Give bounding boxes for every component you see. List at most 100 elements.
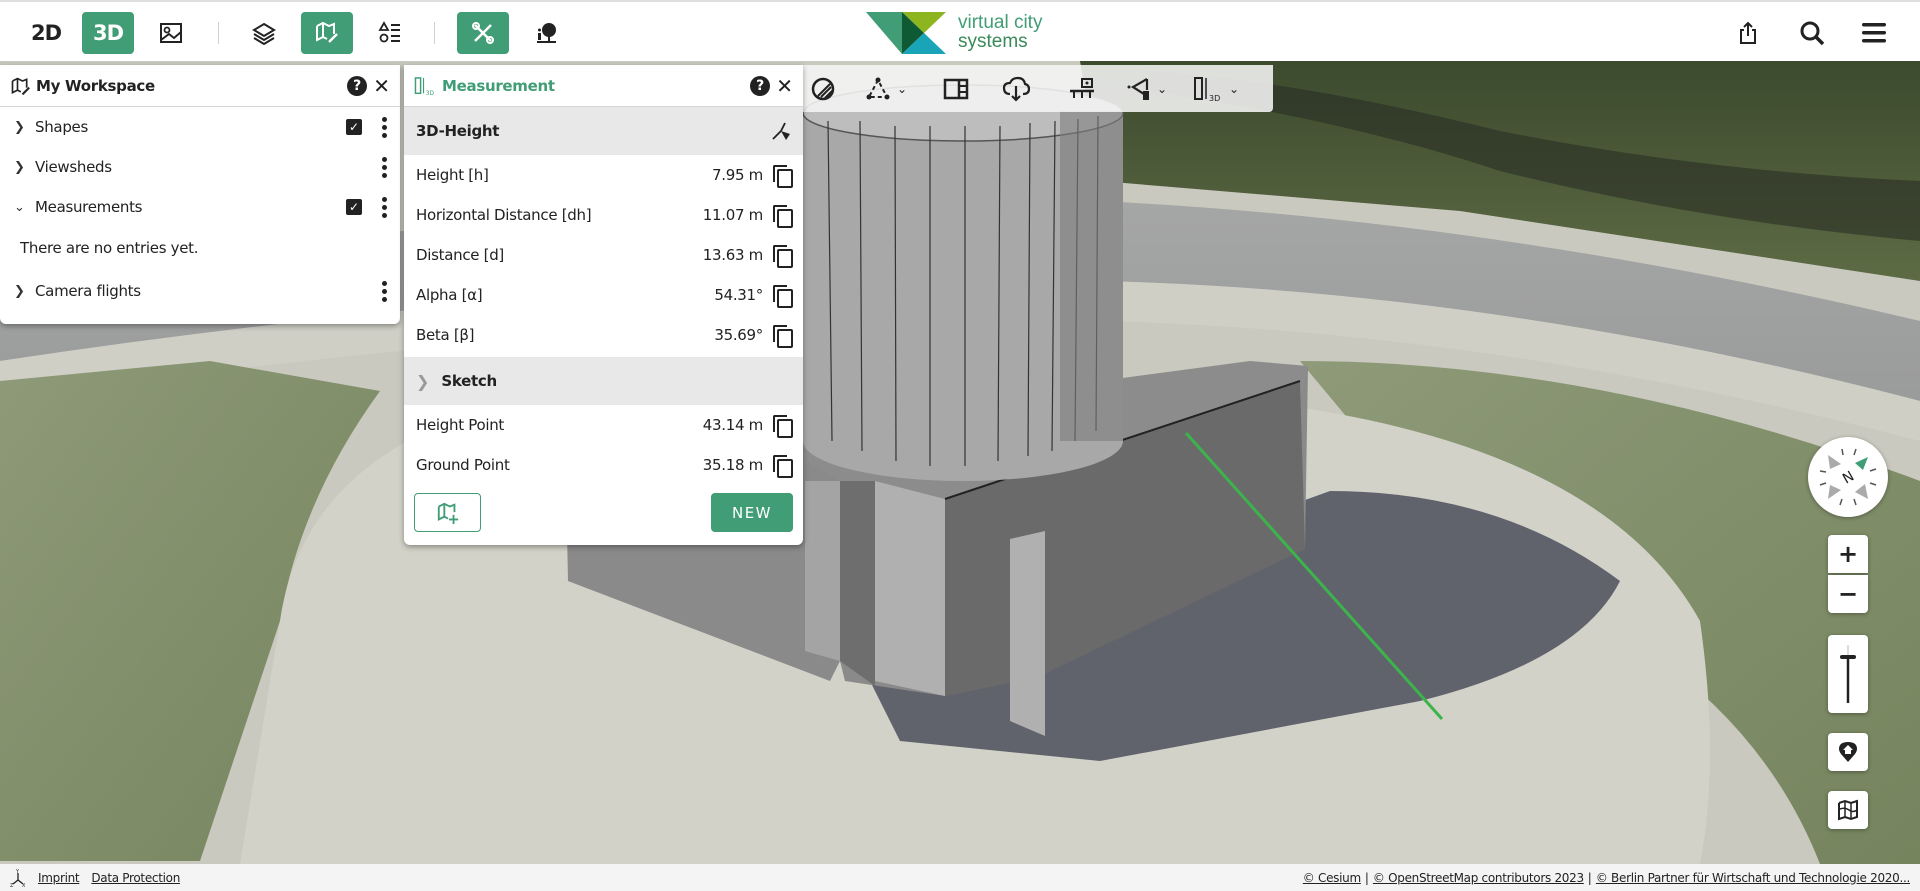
data-protection-link[interactable]: Data Protection bbox=[91, 871, 180, 885]
measurement-type-title: 3D-Height bbox=[416, 122, 500, 140]
view-3d-button[interactable]: 3D bbox=[82, 12, 134, 54]
transparent-terrain-tool[interactable] bbox=[810, 73, 836, 105]
copy-icon[interactable] bbox=[773, 245, 793, 268]
split-view-tool[interactable] bbox=[943, 73, 969, 105]
draw-tool[interactable]: ⌄ bbox=[865, 73, 907, 105]
chevron-down-icon[interactable]: ⌄ bbox=[897, 82, 907, 96]
workspace-item-viewsheds[interactable]: ❯ Viewsheds bbox=[0, 147, 400, 187]
row-label: Alpha [α] bbox=[416, 286, 483, 304]
svg-text:Z: Z bbox=[10, 883, 14, 887]
workspace-header: My Workspace ? ✕ bbox=[0, 65, 400, 107]
overview-map-icon bbox=[1838, 799, 1858, 821]
tilt-slider[interactable] bbox=[1828, 635, 1868, 713]
chevron-right-icon[interactable]: ❯ bbox=[14, 120, 30, 135]
measurement-row-alpha: Alpha [α] 54.31° bbox=[404, 275, 803, 315]
layers-button[interactable] bbox=[238, 12, 290, 54]
measurement-3d-tool[interactable]: 3D ⌄ bbox=[1193, 73, 1239, 105]
my-workspace-button[interactable] bbox=[301, 12, 353, 54]
chevron-right-icon[interactable]: ❯ bbox=[14, 284, 30, 299]
share-button[interactable] bbox=[1722, 12, 1774, 54]
copy-icon[interactable] bbox=[773, 415, 793, 438]
chevron-down-icon[interactable]: ⌄ bbox=[14, 200, 30, 215]
layers-icon bbox=[252, 22, 276, 45]
viewshed-icon bbox=[1127, 78, 1149, 100]
measurement-row-height: Height [h] 7.95 m bbox=[404, 155, 803, 195]
main-menu-button[interactable] bbox=[1848, 12, 1900, 54]
imprint-link[interactable]: Imprint bbox=[38, 871, 80, 885]
toolbar-divider bbox=[434, 22, 435, 44]
compass-icon: N bbox=[1819, 448, 1877, 506]
copy-icon[interactable] bbox=[773, 325, 793, 348]
workspace-item-label: Camera flights bbox=[35, 282, 141, 300]
row-label: Height Point bbox=[416, 416, 504, 434]
attribution-osm-link[interactable]: © OpenStreetMap contributors 2023 bbox=[1373, 871, 1584, 885]
sketch-section[interactable]: ❯ Sketch bbox=[404, 357, 803, 405]
view-2d-label: 2D bbox=[30, 21, 62, 45]
tools-toolbar: ⌄ ⌄ 3D ⌄ bbox=[803, 65, 1273, 112]
view-3d-label: 3D bbox=[92, 21, 124, 45]
measurement-3d-icon: 3D bbox=[1194, 77, 1220, 102]
draw-icon bbox=[866, 77, 890, 100]
copy-icon[interactable] bbox=[773, 205, 793, 228]
search-button[interactable] bbox=[1786, 12, 1838, 54]
viewshed-tool[interactable]: ⌄ bbox=[1125, 73, 1167, 105]
new-measurement-button[interactable]: NEW bbox=[711, 493, 793, 532]
home-button[interactable] bbox=[1828, 733, 1868, 771]
chevron-down-icon[interactable]: ⌄ bbox=[1229, 82, 1239, 96]
flight-icon bbox=[1070, 78, 1094, 98]
help-icon[interactable]: ? bbox=[750, 75, 771, 96]
add-to-workspace-icon bbox=[437, 502, 458, 524]
flight-tool[interactable] bbox=[1068, 73, 1096, 105]
oblique-view-button[interactable] bbox=[145, 12, 197, 54]
copy-icon[interactable] bbox=[773, 165, 793, 188]
more-options-icon[interactable] bbox=[378, 116, 390, 138]
legend-icon bbox=[378, 21, 400, 43]
attribution-berlin-partner-link[interactable]: © Berlin Partner für Wirtschaft und Tech… bbox=[1596, 871, 1910, 885]
zoom-in-button[interactable]: + bbox=[1828, 535, 1868, 573]
tilt-slider-icon bbox=[1840, 645, 1856, 703]
chevron-down-icon[interactable]: ⌄ bbox=[1157, 82, 1167, 96]
edit-geometry-icon[interactable] bbox=[771, 121, 791, 141]
row-value: 54.31° bbox=[714, 286, 763, 304]
add-to-workspace-button[interactable] bbox=[414, 493, 481, 532]
measurement-panel: 3D Measurement ? ✕ 3D-Height Height [h] … bbox=[404, 65, 803, 545]
workspace-item-measurements[interactable]: ⌄ Measurements ✓ bbox=[0, 187, 400, 227]
export-tool[interactable] bbox=[1002, 73, 1030, 105]
overview-map-button[interactable] bbox=[1828, 791, 1868, 829]
attribution-cesium-link[interactable]: © Cesium bbox=[1303, 871, 1361, 885]
compass-navigation[interactable]: N bbox=[1808, 437, 1888, 517]
tools-button[interactable] bbox=[457, 12, 509, 54]
legend-button[interactable] bbox=[364, 12, 416, 54]
chevron-right-icon[interactable]: ❯ bbox=[14, 160, 30, 175]
export-icon bbox=[1002, 76, 1030, 102]
close-icon[interactable]: ✕ bbox=[373, 76, 390, 96]
workspace-title: My Workspace bbox=[36, 76, 155, 95]
measurements-visibility-checkbox[interactable]: ✓ bbox=[346, 199, 362, 215]
measurement-title: Measurement bbox=[442, 76, 555, 95]
zoom-out-button[interactable]: − bbox=[1828, 575, 1868, 613]
shapes-visibility-checkbox[interactable]: ✓ bbox=[346, 119, 362, 135]
view-2d-button[interactable]: 2D bbox=[20, 12, 72, 54]
sketch-row-height-point: Height Point 43.14 m bbox=[404, 405, 803, 445]
measurement-row-beta: Beta [β] 35.69° bbox=[404, 315, 803, 355]
row-value: 35.69° bbox=[714, 326, 763, 344]
row-label: Horizontal Distance [dh] bbox=[416, 206, 592, 224]
more-options-icon[interactable] bbox=[378, 156, 390, 178]
home-location-icon bbox=[1839, 742, 1857, 762]
copy-icon[interactable] bbox=[773, 455, 793, 478]
row-label: Beta [β] bbox=[416, 326, 475, 344]
more-options-icon[interactable] bbox=[378, 280, 390, 302]
more-options-icon[interactable] bbox=[378, 196, 390, 218]
row-value: 13.63 m bbox=[702, 246, 764, 264]
cylinder-shade bbox=[1060, 111, 1123, 441]
attribution-separator: | bbox=[1364, 870, 1369, 885]
chevron-right-icon[interactable]: ❯ bbox=[416, 372, 429, 391]
copy-icon[interactable] bbox=[773, 285, 793, 308]
close-icon[interactable]: ✕ bbox=[776, 76, 793, 96]
help-icon[interactable]: ? bbox=[347, 75, 368, 96]
building-face bbox=[805, 481, 840, 661]
measurement-footer: NEW bbox=[404, 485, 803, 540]
workspace-item-camera-flights[interactable]: ❯ Camera flights bbox=[0, 271, 400, 311]
info-button[interactable] bbox=[520, 12, 572, 54]
workspace-item-shapes[interactable]: ❯ Shapes ✓ bbox=[0, 107, 400, 147]
